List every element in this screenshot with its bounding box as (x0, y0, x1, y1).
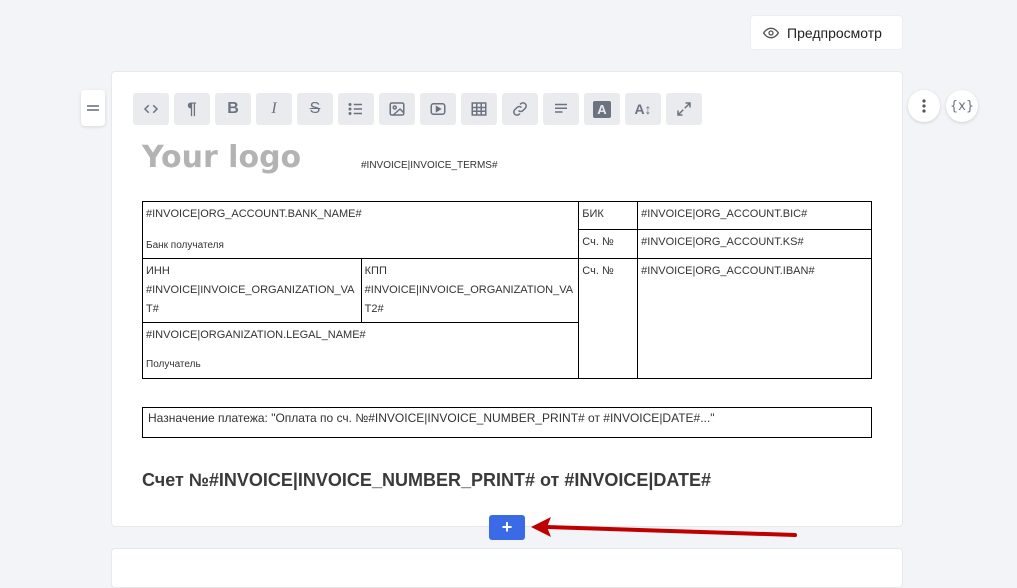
invoice-heading: Счет №#INVOICE|INVOICE_NUMBER_PRINT# от … (142, 470, 712, 490)
logo-placeholder: Your logo (142, 140, 302, 175)
image-icon (389, 102, 405, 116)
recipient-cell[interactable]: #INVOICE|ORGANIZATION.LEGAL_NAME# Получа… (141, 322, 580, 379)
payment-purpose[interactable]: Назначение платежа: "Оплата по сч. №#INV… (142, 407, 872, 438)
eye-icon (763, 27, 779, 38)
strikethrough-icon: S (309, 100, 321, 117)
preview-button[interactable]: Предпросмотр (750, 15, 903, 50)
add-block-button[interactable]: + (489, 515, 525, 540)
iban-value: #INVOICE|ORG_ACCOUNT.IBAN# (641, 265, 815, 277)
bold-button[interactable]: B (215, 93, 251, 125)
align-button[interactable] (543, 93, 579, 125)
recipient-label: Получатель (146, 359, 201, 370)
align-icon (555, 103, 567, 113)
ks-label: Сч. № (582, 236, 614, 248)
iban-value-cell[interactable]: #INVOICE|ORG_ACCOUNT.IBAN# (637, 258, 872, 379)
link-button[interactable] (502, 93, 538, 125)
payment-purpose-text: Назначение платежа: "Оплата по сч. №#INV… (148, 411, 715, 425)
strikethrough-button[interactable]: S (297, 93, 333, 125)
bank-name-label: Банк получателя (146, 240, 224, 251)
code-icon (143, 104, 159, 114)
bank-name-value: #INVOICE|ORG_ACCOUNT.BANK_NAME# (146, 208, 362, 220)
editor-toolbar: ¶ B I S A A↕ (133, 93, 702, 125)
inn-cell[interactable]: ИНН #INVOICE|INVOICE_ORGANIZATION_VAT# (142, 258, 362, 323)
font-size-icon: A↕ (634, 101, 652, 117)
drag-handle[interactable] (81, 90, 105, 126)
inn-label: ИНН (146, 265, 170, 277)
bank-details-table: #INVOICE|ORG_ACCOUNT.BANK_NAME# Банк пол… (141, 201, 872, 379)
bik-value: #INVOICE|ORG_ACCOUNT.BIC# (641, 208, 808, 220)
iban-label-cell[interactable]: Сч. № (578, 258, 639, 379)
text-color-icon: A (593, 100, 611, 118)
ks-value: #INVOICE|ORG_ACCOUNT.KS# (641, 236, 804, 248)
italic-button[interactable]: I (256, 93, 292, 125)
table-button[interactable] (461, 93, 497, 125)
ks-value-cell[interactable]: #INVOICE|ORG_ACCOUNT.KS# (637, 229, 872, 259)
variables-icon: {x} (949, 98, 975, 114)
fullscreen-button[interactable] (666, 93, 702, 125)
plus-icon: + (501, 517, 513, 537)
preview-label: Предпросмотр (787, 24, 882, 41)
vertical-dots-icon (922, 99, 926, 113)
font-size-button[interactable]: A↕ (625, 93, 661, 125)
link-icon (513, 102, 527, 116)
paragraph-icon: ¶ (187, 99, 197, 118)
bik-label-cell[interactable]: БИК (578, 201, 639, 230)
kpp-label: КПП (364, 265, 387, 277)
bank-name-cell[interactable]: #INVOICE|ORG_ACCOUNT.BANK_NAME# Банк пол… (141, 201, 580, 259)
next-block-card (111, 548, 903, 588)
kpp-cell[interactable]: КПП #INVOICE|INVOICE_ORGANIZATION_VAT2# (360, 258, 580, 323)
table-icon (471, 102, 487, 116)
fullscreen-icon (677, 102, 691, 116)
legal-name-value: #INVOICE|ORGANIZATION.LEGAL_NAME# (146, 329, 366, 341)
list-button[interactable] (338, 93, 374, 125)
red-arrow-annotation (531, 517, 797, 537)
iban-label: Сч. № (582, 265, 614, 277)
bik-label: БИК (582, 208, 604, 220)
paragraph-button[interactable]: ¶ (174, 93, 210, 125)
list-icon (348, 103, 362, 115)
more-options-button[interactable] (908, 90, 940, 122)
invoice-terms: #INVOICE|INVOICE_TERMS# (361, 160, 498, 171)
text-color-button[interactable]: A (584, 93, 620, 125)
variables-button[interactable]: {x} (946, 90, 978, 122)
inn-value: #INVOICE|INVOICE_ORGANIZATION_VAT# (146, 284, 355, 315)
drag-handle-icon (87, 105, 99, 107)
bik-value-cell[interactable]: #INVOICE|ORG_ACCOUNT.BIC# (637, 201, 872, 230)
bold-icon: B (227, 100, 239, 117)
kpp-value: #INVOICE|INVOICE_ORGANIZATION_VAT2# (364, 284, 574, 315)
image-button[interactable] (379, 93, 415, 125)
code-button[interactable] (133, 93, 169, 125)
italic-icon: I (271, 100, 277, 117)
video-icon (430, 103, 446, 115)
video-button[interactable] (420, 93, 456, 125)
ks-label-cell[interactable]: Сч. № (578, 229, 639, 259)
